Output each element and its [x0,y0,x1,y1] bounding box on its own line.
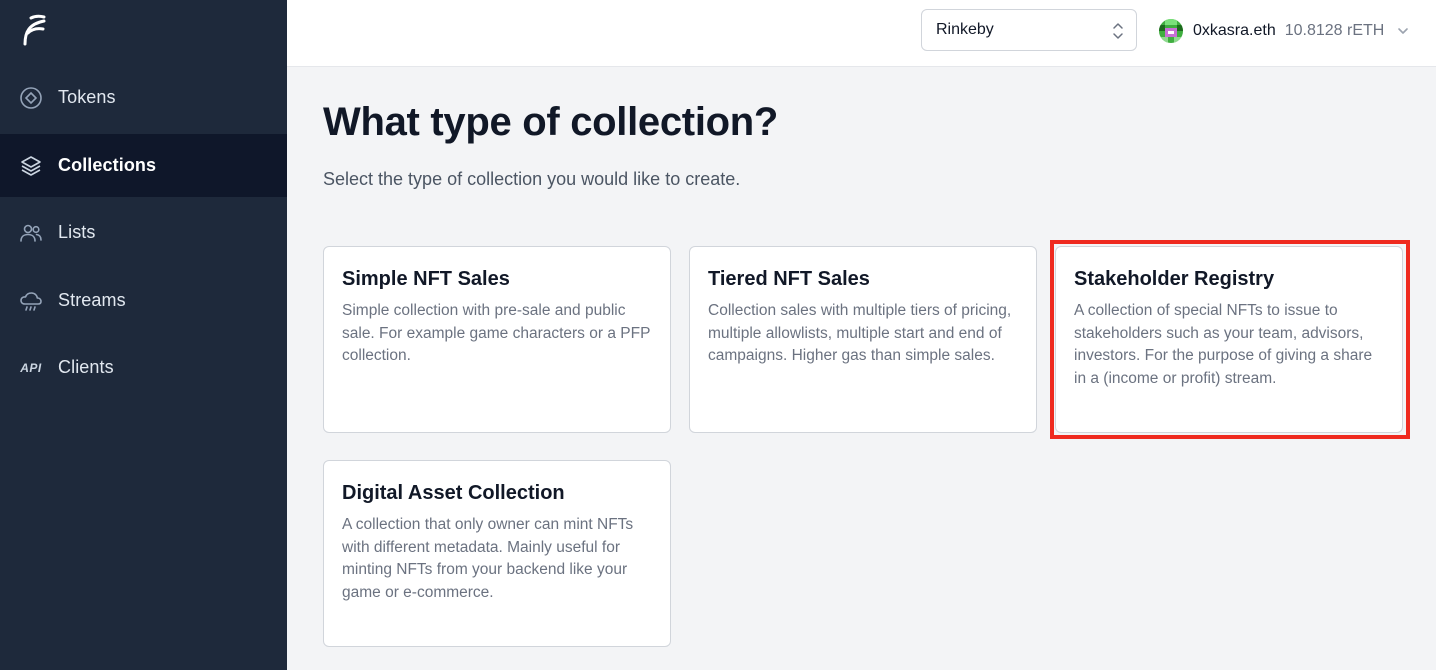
card-title: Stakeholder Registry [1074,268,1275,290]
sidebar-item-label: Tokens [58,87,116,107]
users-icon [19,221,43,245]
cloud-rain-icon [19,289,43,313]
card-description: Collection sales with multiple tiers of … [708,302,1012,365]
account-menu[interactable]: 0xkasra.eth 10.8128 rETH [1159,17,1410,45]
sidebar: Tokens Collections Lists Streams API Cli… [0,0,287,670]
account-balance: 10.8128 rETH [1284,22,1385,39]
card-description: Simple collection with pre-sale and publ… [342,302,651,365]
network-select[interactable]: Rinkeby [921,9,1137,51]
collection-type-card-simple-nft-sales[interactable]: Simple NFT Sales Simple collection with … [323,246,671,433]
chevron-down-icon [1398,28,1409,34]
page-title: What type of collection? [323,100,779,144]
sidebar-item-streams[interactable]: Streams [0,269,287,332]
api-icon: API [20,360,42,375]
flair-logo-icon[interactable] [22,14,48,46]
sidebar-item-collections[interactable]: Collections [0,134,287,197]
sidebar-item-tokens[interactable]: Tokens [0,66,287,129]
select-arrows-icon [1113,23,1123,39]
card-title: Simple NFT Sales [342,268,510,290]
card-description: A collection of special NFTs to issue to… [1074,302,1373,387]
sidebar-item-label: Collections [58,155,157,175]
sidebar-item-label: Streams [58,290,126,310]
top-header: Rinkeby 0xkasra.eth 10.8128 rETH [287,0,1436,67]
card-title: Tiered NFT Sales [708,268,870,290]
avatar [1159,19,1183,43]
sidebar-item-lists[interactable]: Lists [0,201,287,264]
collection-type-card-tiered-nft-sales[interactable]: Tiered NFT Sales Collection sales with m… [689,246,1037,433]
collection-type-card-digital-asset-collection[interactable]: Digital Asset Collection A collection th… [323,460,671,647]
sidebar-item-label: Lists [58,222,96,242]
account-name: 0xkasra.eth [1193,22,1276,39]
card-description: A collection that only owner can mint NF… [342,516,634,601]
sidebar-item-label: Clients [58,357,114,377]
collection-type-card-stakeholder-registry[interactable]: Stakeholder Registry A collection of spe… [1055,246,1403,433]
layers-icon [19,154,43,178]
token-icon [19,86,43,110]
network-selected-value: Rinkeby [936,21,994,38]
page-subtitle: Select the type of collection you would … [323,169,741,189]
sidebar-item-clients[interactable]: API Clients [0,336,287,399]
card-title: Digital Asset Collection [342,482,565,504]
